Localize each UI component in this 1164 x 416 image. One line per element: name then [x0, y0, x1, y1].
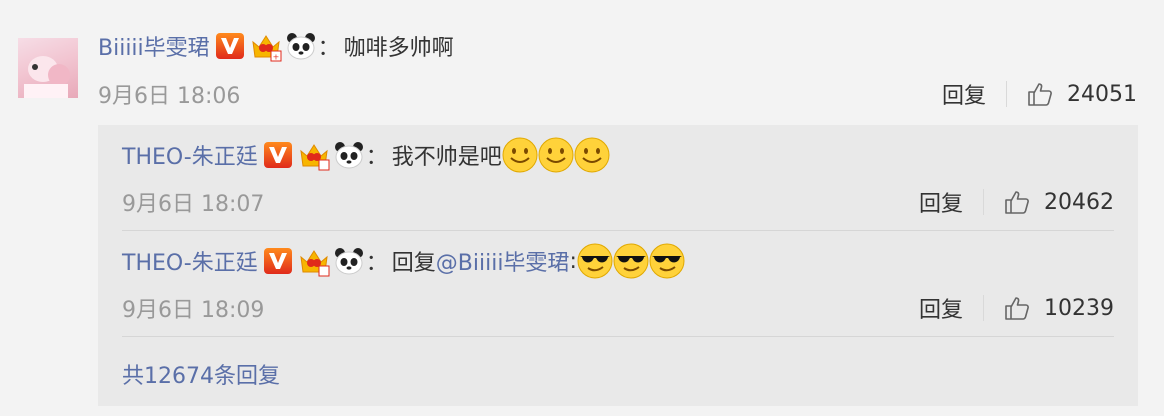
- sunglasses-emoji-icon: [577, 243, 613, 279]
- svg-text:+: +: [272, 53, 279, 62]
- separator-colon: ：: [365, 145, 388, 170]
- reply-body: THEO-朱正廷 ： 我不帅是吧: [122, 137, 610, 173]
- divider: [1006, 81, 1007, 107]
- divider: [983, 189, 984, 215]
- thumbs-up-icon[interactable]: [1004, 295, 1030, 321]
- smile-emoji-icon: [538, 137, 574, 173]
- panda-icon: [286, 32, 316, 60]
- comment-body: Biiiii毕雯珺 + ： 咖啡多帅啊: [98, 30, 454, 62]
- reply-button[interactable]: 回复: [942, 78, 986, 110]
- reply-body: THEO-朱正廷 ： 回复 @Biiiii毕雯珺 :: [122, 243, 685, 279]
- reply-time: 9月6日 18:07: [122, 192, 265, 217]
- reply-username[interactable]: THEO-朱正廷: [122, 139, 258, 171]
- reply-divider: [122, 336, 1114, 337]
- smile-emoji-icon: [574, 137, 610, 173]
- reply-actions: 回复 10239: [919, 292, 1114, 324]
- sunglasses-emoji-icon: [613, 243, 649, 279]
- reply-actions: 回复 20462: [919, 186, 1114, 218]
- reply-username[interactable]: THEO-朱正廷: [122, 245, 258, 277]
- verified-v-icon[interactable]: [263, 142, 292, 168]
- panda-icon: [334, 247, 364, 275]
- separator-colon: ：: [317, 36, 340, 61]
- verified-v-icon[interactable]: [215, 33, 244, 59]
- smile-emoji-icon: [502, 137, 538, 173]
- vip-crown-icon[interactable]: +: [250, 30, 282, 62]
- main-comment: Biiiii毕雯珺 + ： 咖啡多帅啊 9月6日 18:06 回复 24051: [0, 0, 1164, 125]
- mention-link[interactable]: @Biiiii毕雯珺: [436, 245, 570, 277]
- reply-text: 我不帅是吧: [391, 145, 502, 170]
- vip-crown-icon[interactable]: [298, 139, 330, 171]
- like-count: 24051: [1067, 81, 1137, 107]
- vip-crown-icon[interactable]: [298, 245, 330, 277]
- like-count: 10239: [1044, 295, 1114, 321]
- separator-colon: ：: [365, 251, 388, 276]
- verified-v-icon[interactable]: [263, 248, 292, 274]
- comment-text: 咖啡多帅啊: [343, 36, 454, 61]
- divider: [983, 295, 984, 321]
- reply-time: 9月6日 18:09: [122, 298, 265, 323]
- comment-time: 9月6日 18:06: [98, 84, 241, 109]
- avatar[interactable]: [18, 38, 78, 98]
- comment-username[interactable]: Biiiii毕雯珺: [98, 30, 210, 62]
- reply-divider: [122, 230, 1114, 231]
- sunglasses-emoji-icon: [649, 243, 685, 279]
- like-count: 20462: [1044, 189, 1114, 215]
- view-all-replies-link[interactable]: 共12674条回复: [122, 358, 280, 390]
- reply-prefix: 回复: [391, 251, 436, 276]
- reply-thread: THEO-朱正廷 ： 我不帅是吧 9月6日 18:07 回复 20462 THE…: [98, 125, 1138, 406]
- panda-icon: [334, 141, 364, 169]
- reply-button[interactable]: 回复: [919, 186, 963, 218]
- reply-button[interactable]: 回复: [919, 292, 963, 324]
- mention-colon: :: [569, 248, 577, 274]
- comment-actions: 回复 24051: [942, 78, 1137, 110]
- thumbs-up-icon[interactable]: [1027, 81, 1053, 107]
- thumbs-up-icon[interactable]: [1004, 189, 1030, 215]
